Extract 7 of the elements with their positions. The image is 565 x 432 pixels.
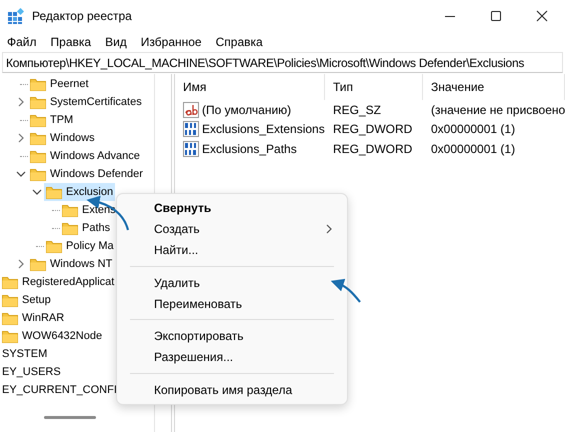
value-type: REG_SZ <box>333 102 382 117</box>
value-type: REG_DWORD <box>333 142 412 156</box>
value-data: 0x00000001 (1) <box>431 142 516 156</box>
value-data: 0x00000001 (1) <box>431 122 516 136</box>
window-title: Редактор реестра <box>32 9 133 23</box>
value-data: (значение не присвоено <box>431 102 565 117</box>
value-type: REG_DWORD <box>333 122 412 136</box>
